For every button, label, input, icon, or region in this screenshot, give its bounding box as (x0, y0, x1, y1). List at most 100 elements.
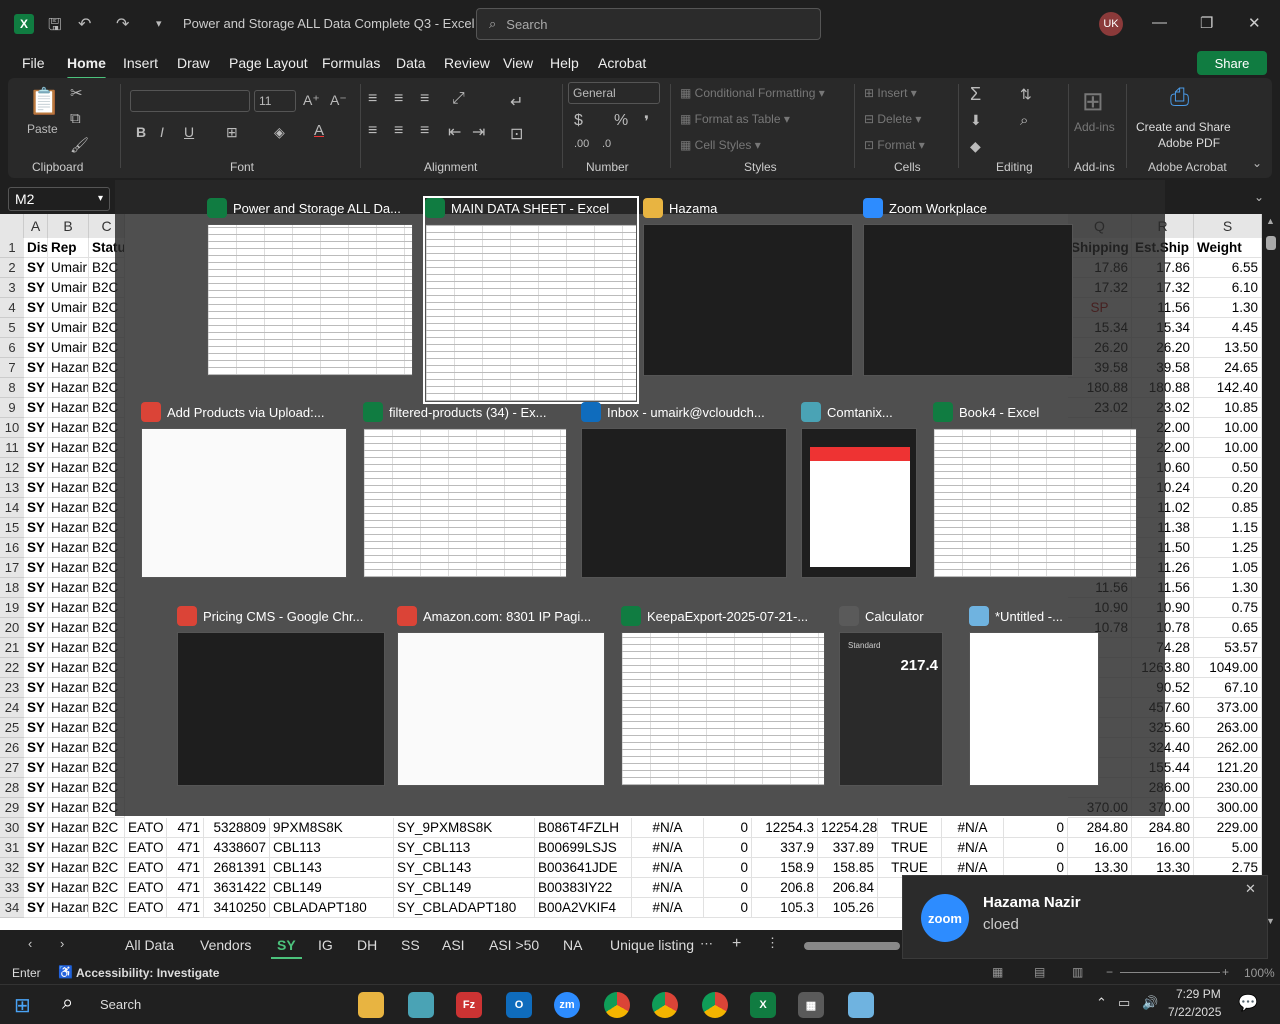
sheet-tab[interactable]: DH (357, 937, 377, 953)
table-cell[interactable]: SY (24, 438, 48, 458)
table-cell[interactable]: SY (24, 298, 48, 318)
vertical-scrollbar[interactable]: ▲ ▼ (1262, 214, 1280, 930)
page-layout-view-icon[interactable]: ▤ (1034, 965, 1045, 979)
row-header[interactable]: 13 (0, 478, 24, 498)
table-cell[interactable]: Hazam (48, 458, 89, 478)
table-cell[interactable]: #N/A (632, 878, 704, 898)
italic-icon[interactable]: I (160, 124, 164, 140)
paste-icon[interactable]: 📋 (28, 86, 60, 117)
table-cell[interactable]: 0 (704, 878, 752, 898)
wrap-text-icon[interactable]: ↵ (510, 92, 523, 112)
table-cell[interactable]: 0 (704, 838, 752, 858)
switcher-window[interactable]: Inbox - umairk@vcloudch... (581, 402, 787, 578)
table-cell[interactable]: 471 (167, 858, 204, 878)
table-cell[interactable]: CBL143 (270, 858, 394, 878)
table-cell[interactable]: SY (24, 818, 48, 838)
adobe-pdf-label[interactable]: Adobe PDF (1158, 136, 1220, 150)
table-cell[interactable]: SY (24, 798, 48, 818)
switcher-window[interactable]: Pricing CMS - Google Chr... (177, 606, 385, 786)
row-header[interactable]: 7 (0, 358, 24, 378)
number-format-select[interactable]: General (568, 82, 660, 104)
zoom-slider[interactable] (1120, 972, 1220, 973)
zoom-notification[interactable]: zoom Hazama Nazir cloed ✕ (902, 875, 1268, 959)
undo-icon[interactable]: ↶ (78, 14, 91, 34)
fill-color-icon[interactable]: ◈ (274, 124, 285, 141)
redo-icon[interactable]: ↷ (116, 14, 129, 34)
table-cell[interactable]: Hazam (48, 838, 89, 858)
table-cell[interactable]: Hazam (48, 798, 89, 818)
table-cell[interactable]: SY (24, 518, 48, 538)
tab-page-layout[interactable]: Page Layout (229, 55, 308, 71)
table-cell[interactable]: 4.45 (1194, 318, 1262, 338)
table-cell[interactable]: SY (24, 658, 48, 678)
search-icon[interactable]: ⌕ (62, 992, 73, 1015)
table-cell[interactable]: SY (24, 378, 48, 398)
row-header[interactable]: 32 (0, 858, 24, 878)
table-cell[interactable]: Hazam (48, 698, 89, 718)
font-name-select[interactable] (130, 90, 250, 112)
column-header[interactable]: S (1194, 214, 1262, 238)
table-cell[interactable]: Hazam (48, 398, 89, 418)
table-cell[interactable]: 229.00 (1194, 818, 1262, 838)
row-header[interactable]: 2 (0, 258, 24, 278)
tab-view[interactable]: View (503, 55, 533, 71)
table-cell[interactable]: TRUE (878, 838, 942, 858)
align-center-icon[interactable]: ≡ (394, 122, 403, 140)
table-cell[interactable]: SY (24, 598, 48, 618)
name-box[interactable]: M2 ▾ (8, 187, 110, 211)
next-sheet-icon[interactable]: › (60, 936, 64, 951)
collapse-ribbon-icon[interactable]: ⌄ (1252, 156, 1262, 170)
table-cell[interactable]: SY (24, 558, 48, 578)
row-header[interactable]: 23 (0, 678, 24, 698)
table-cell[interactable]: Hazam (48, 498, 89, 518)
tab-insert[interactable]: Insert (123, 55, 158, 71)
row-header[interactable]: 30 (0, 818, 24, 838)
volume-icon[interactable]: 🔊 (1142, 995, 1158, 1011)
table-cell[interactable]: SY (24, 698, 48, 718)
table-cell[interactable]: SY (24, 478, 48, 498)
row-header[interactable]: 14 (0, 498, 24, 518)
row-header[interactable]: 18 (0, 578, 24, 598)
table-cell[interactable]: 4338607 (204, 838, 270, 858)
table-cell[interactable]: 158.85 (818, 858, 878, 878)
expand-formula-icon[interactable]: ⌄ (1254, 190, 1264, 204)
table-cell[interactable]: EATO (125, 878, 167, 898)
switcher-window[interactable]: Calculator Standard 217.4 (839, 606, 943, 786)
row-header[interactable]: 5 (0, 318, 24, 338)
table-cell[interactable]: 10.85 (1194, 398, 1262, 418)
table-cell[interactable]: 5.00 (1194, 838, 1262, 858)
switcher-window[interactable]: Zoom Workplace (863, 198, 1073, 376)
sheet-tab[interactable]: All Data (125, 937, 174, 953)
table-cell[interactable]: 0 (704, 898, 752, 918)
table-cell[interactable]: 206.84 (818, 878, 878, 898)
prev-sheet-icon[interactable]: ‹ (28, 936, 32, 951)
chrome-icon[interactable] (702, 992, 728, 1018)
table-cell[interactable]: 10.00 (1194, 418, 1262, 438)
merge-center-icon[interactable]: ⊡ (510, 124, 523, 144)
cut-icon[interactable]: ✂ (70, 84, 83, 102)
row-header[interactable]: 27 (0, 758, 24, 778)
table-cell[interactable]: Umair (48, 278, 89, 298)
table-cell[interactable]: EATO (125, 818, 167, 838)
table-cell[interactable]: Hazam (48, 738, 89, 758)
bold-icon[interactable]: B (136, 124, 146, 140)
zoom-out-icon[interactable]: − (1106, 965, 1113, 979)
switcher-window[interactable]: Power and Storage ALL Da... (207, 198, 413, 376)
table-cell[interactable]: SY (24, 578, 48, 598)
table-cell[interactable]: SY (24, 618, 48, 638)
row-header[interactable]: 3 (0, 278, 24, 298)
excel-icon[interactable]: X (750, 992, 776, 1018)
table-cell[interactable]: Umair (48, 298, 89, 318)
table-cell[interactable]: Hazam (48, 718, 89, 738)
row-header[interactable]: 11 (0, 438, 24, 458)
more-sheets-icon[interactable]: ⋯ (700, 936, 713, 952)
table-cell[interactable]: Hazam (48, 378, 89, 398)
row-header[interactable]: 20 (0, 618, 24, 638)
decrease-decimal-icon[interactable]: .0 (602, 138, 611, 150)
table-cell[interactable]: Hazam (48, 358, 89, 378)
table-cell[interactable]: 6.55 (1194, 258, 1262, 278)
share-button[interactable]: Share (1197, 51, 1267, 75)
table-cell[interactable]: Hazam (48, 438, 89, 458)
table-cell[interactable]: 230.00 (1194, 778, 1262, 798)
table-cell[interactable]: CBLADAPT180 (270, 898, 394, 918)
